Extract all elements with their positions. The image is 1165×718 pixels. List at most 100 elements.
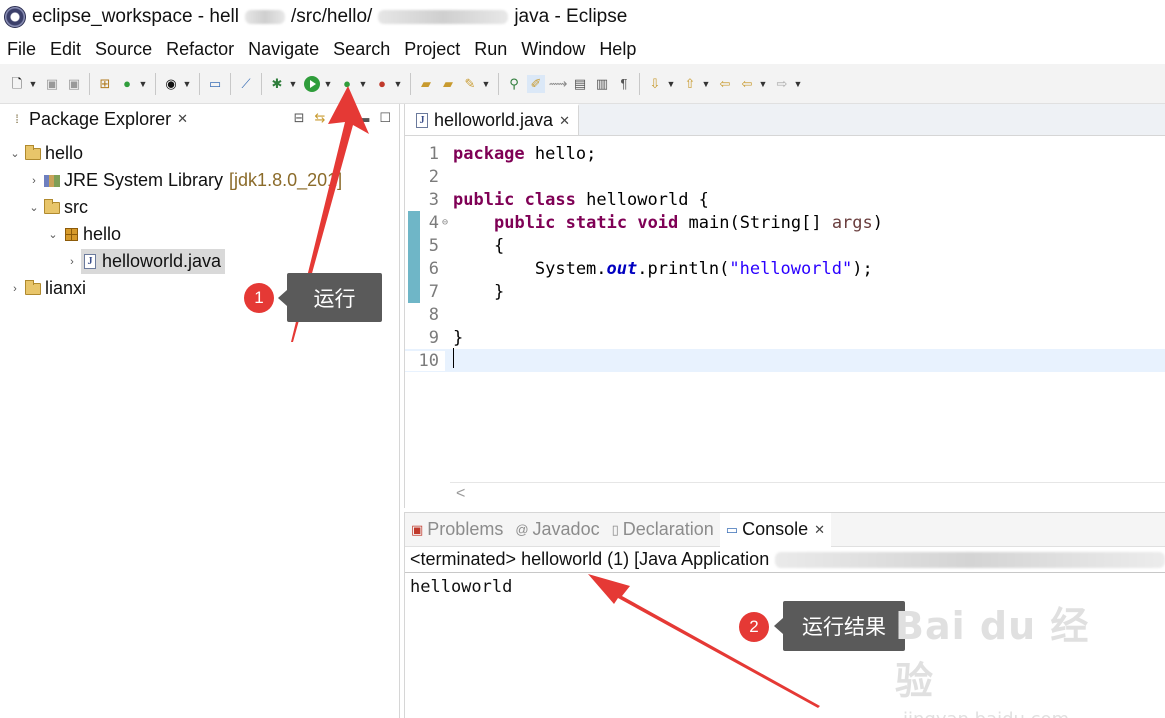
code-line: 1 package hello;: [405, 142, 1165, 165]
tab-helloworld-java[interactable]: J helloworld.java ✕: [405, 104, 579, 135]
view-menu-icon[interactable]: ⁘: [335, 110, 346, 126]
tab-console[interactable]: ▭ Console ✕: [719, 512, 832, 547]
last-edit-icon[interactable]: ⇦: [716, 75, 734, 93]
run-icon[interactable]: [303, 75, 321, 93]
menu-edit[interactable]: Edit: [43, 39, 88, 60]
menu-file[interactable]: File: [0, 39, 43, 60]
perspective-dropdown-icon[interactable]: ▼: [182, 75, 192, 93]
forward-icon[interactable]: ⇨: [773, 75, 791, 93]
editor-tab-label: helloworld.java: [434, 110, 554, 130]
code-line: 7 }: [405, 280, 1165, 303]
main-toolbar: 🗋 ▼ ▣ ▣ ⊞ ● ▼ ◉ ▼ ▭ ⟋ ✱ ▼ ▼ ● ▼ ● ▼ ▰ ▰ ✎ ▼ ⚲ ✐…: [0, 64, 1165, 104]
line-number: 5: [428, 235, 439, 256]
code-line: 9 }: [405, 326, 1165, 349]
callout-run: 运行: [287, 273, 382, 322]
tree-item-package-hello[interactable]: ⌄ hello: [0, 221, 399, 248]
coverage-icon[interactable]: ●: [338, 75, 356, 93]
close-icon[interactable]: ✕: [814, 522, 825, 538]
new-java-package-icon[interactable]: ⊞: [96, 75, 114, 93]
menu-source[interactable]: Source: [88, 39, 159, 60]
chevron-down-icon[interactable]: ⌄: [44, 228, 62, 241]
tab-declaration[interactable]: ▯ Declaration: [606, 519, 720, 540]
block-select-icon[interactable]: ⟿: [549, 75, 568, 93]
maximize-icon[interactable]: ☐: [379, 110, 391, 126]
coverage-dropdown-icon[interactable]: ▼: [358, 75, 368, 93]
tab-javadoc[interactable]: @ Javadoc: [509, 519, 605, 540]
tree-item-jre-library[interactable]: › JRE System Library [jdk1.8.0_201]: [0, 167, 399, 194]
package-explorer-icon: ⁞: [15, 112, 19, 126]
menu-run[interactable]: Run: [467, 39, 514, 60]
menu-help[interactable]: Help: [592, 39, 643, 60]
new-class-dropdown-icon[interactable]: ▼: [138, 75, 148, 93]
chevron-right-icon[interactable]: ›: [6, 283, 24, 295]
new-icon[interactable]: 🗋: [8, 75, 26, 93]
code-editor[interactable]: 1 package hello; 2 3 public class hellow…: [405, 142, 1165, 478]
menu-navigate[interactable]: Navigate: [241, 39, 326, 60]
perspective-icon[interactable]: ◉: [162, 75, 180, 93]
menu-window[interactable]: Window: [514, 39, 592, 60]
scroll-left-icon[interactable]: <: [456, 485, 465, 503]
menu-search[interactable]: Search: [326, 39, 397, 60]
tree-item-helloworld-java[interactable]: › J helloworld.java: [0, 248, 399, 275]
title-redacted-blur: [245, 9, 285, 24]
close-icon[interactable]: ✕: [559, 113, 570, 129]
javadoc-icon: @: [515, 522, 529, 537]
tree-item-project-hello[interactable]: ⌄ hello: [0, 140, 399, 167]
chevron-down-icon[interactable]: ⌄: [6, 147, 24, 160]
new-java-class-icon[interactable]: ●: [118, 75, 136, 93]
link-with-editor-icon[interactable]: ⇆: [315, 110, 326, 126]
show-whitespace-icon[interactable]: ▤: [571, 75, 589, 93]
chevron-down-icon[interactable]: ⌄: [25, 201, 43, 214]
tab-package-explorer[interactable]: ⁞ Package Explorer ✕: [0, 104, 196, 136]
next-annotation-icon[interactable]: ⇩: [646, 75, 664, 93]
save-all-icon[interactable]: ▣: [65, 75, 83, 93]
minimize-icon[interactable]: ▬: [356, 110, 369, 126]
annotation-icon[interactable]: ⚲: [505, 75, 523, 93]
back-dropdown-icon[interactable]: ▼: [758, 75, 768, 93]
skip-breakpoints-icon[interactable]: ⟋: [237, 75, 255, 93]
debug-icon[interactable]: ✱: [268, 75, 286, 93]
next-annotation-dropdown-icon[interactable]: ▼: [666, 75, 676, 93]
menu-refactor[interactable]: Refactor: [159, 39, 241, 60]
editor-panel: J helloworld.java ✕ 1 package hello; 2 3…: [404, 104, 1165, 508]
horizontal-scrollbar[interactable]: <: [450, 482, 1165, 504]
external-tools-dropdown-icon[interactable]: ▼: [393, 75, 403, 93]
jdk-version-label: [jdk1.8.0_201]: [229, 170, 343, 190]
open-task-icon[interactable]: ▰: [439, 75, 457, 93]
eclipse-logo-icon: [4, 6, 26, 28]
code-line: 8: [405, 303, 1165, 326]
chevron-right-icon[interactable]: ›: [63, 256, 81, 268]
prev-annotation-dropdown-icon[interactable]: ▼: [701, 75, 711, 93]
chevron-right-icon[interactable]: ›: [25, 175, 43, 187]
tree-item-src[interactable]: ⌄ src: [0, 194, 399, 221]
status-redacted-blur: [775, 551, 1165, 568]
debug-dropdown-icon[interactable]: ▼: [288, 75, 298, 93]
highlight-icon[interactable]: ✐: [527, 74, 545, 93]
run-dropdown-icon[interactable]: ▼: [323, 75, 333, 93]
external-tools-icon[interactable]: ●: [373, 75, 391, 93]
code-line: 4 ⊖ public static void main(String[] args…: [405, 211, 1165, 234]
tab-problems[interactable]: ▣ Problems: [405, 519, 509, 540]
prev-annotation-icon[interactable]: ⇧: [681, 75, 699, 93]
search-tool-dropdown-icon[interactable]: ▼: [481, 75, 491, 93]
line-number: 3: [428, 189, 439, 210]
back-icon[interactable]: ⇦: [738, 75, 756, 93]
line-number: 6: [428, 258, 439, 279]
project-folder-icon: [24, 144, 42, 162]
new-dropdown-icon[interactable]: ▼: [28, 75, 38, 93]
save-icon[interactable]: ▣: [43, 75, 61, 93]
tree-label: hello: [83, 224, 122, 244]
close-icon[interactable]: ✕: [177, 111, 188, 127]
callout-run-result: 运行结果: [783, 601, 905, 651]
collapse-all-icon[interactable]: ⊟: [294, 110, 305, 126]
menu-project[interactable]: Project: [397, 39, 467, 60]
forward-dropdown-icon[interactable]: ▼: [793, 75, 803, 93]
search-tool-icon[interactable]: ✎: [461, 75, 479, 93]
toggle-mark-icon[interactable]: ▥: [593, 75, 611, 93]
code-line: 2: [405, 165, 1165, 188]
console-status-line: <terminated> helloworld (1) [Java Applic…: [405, 547, 1165, 573]
open-type-icon[interactable]: ▰: [417, 75, 435, 93]
java-file-icon: J: [81, 254, 99, 270]
open-console-icon[interactable]: ▭: [206, 75, 224, 93]
paragraph-icon[interactable]: ¶: [615, 75, 633, 93]
